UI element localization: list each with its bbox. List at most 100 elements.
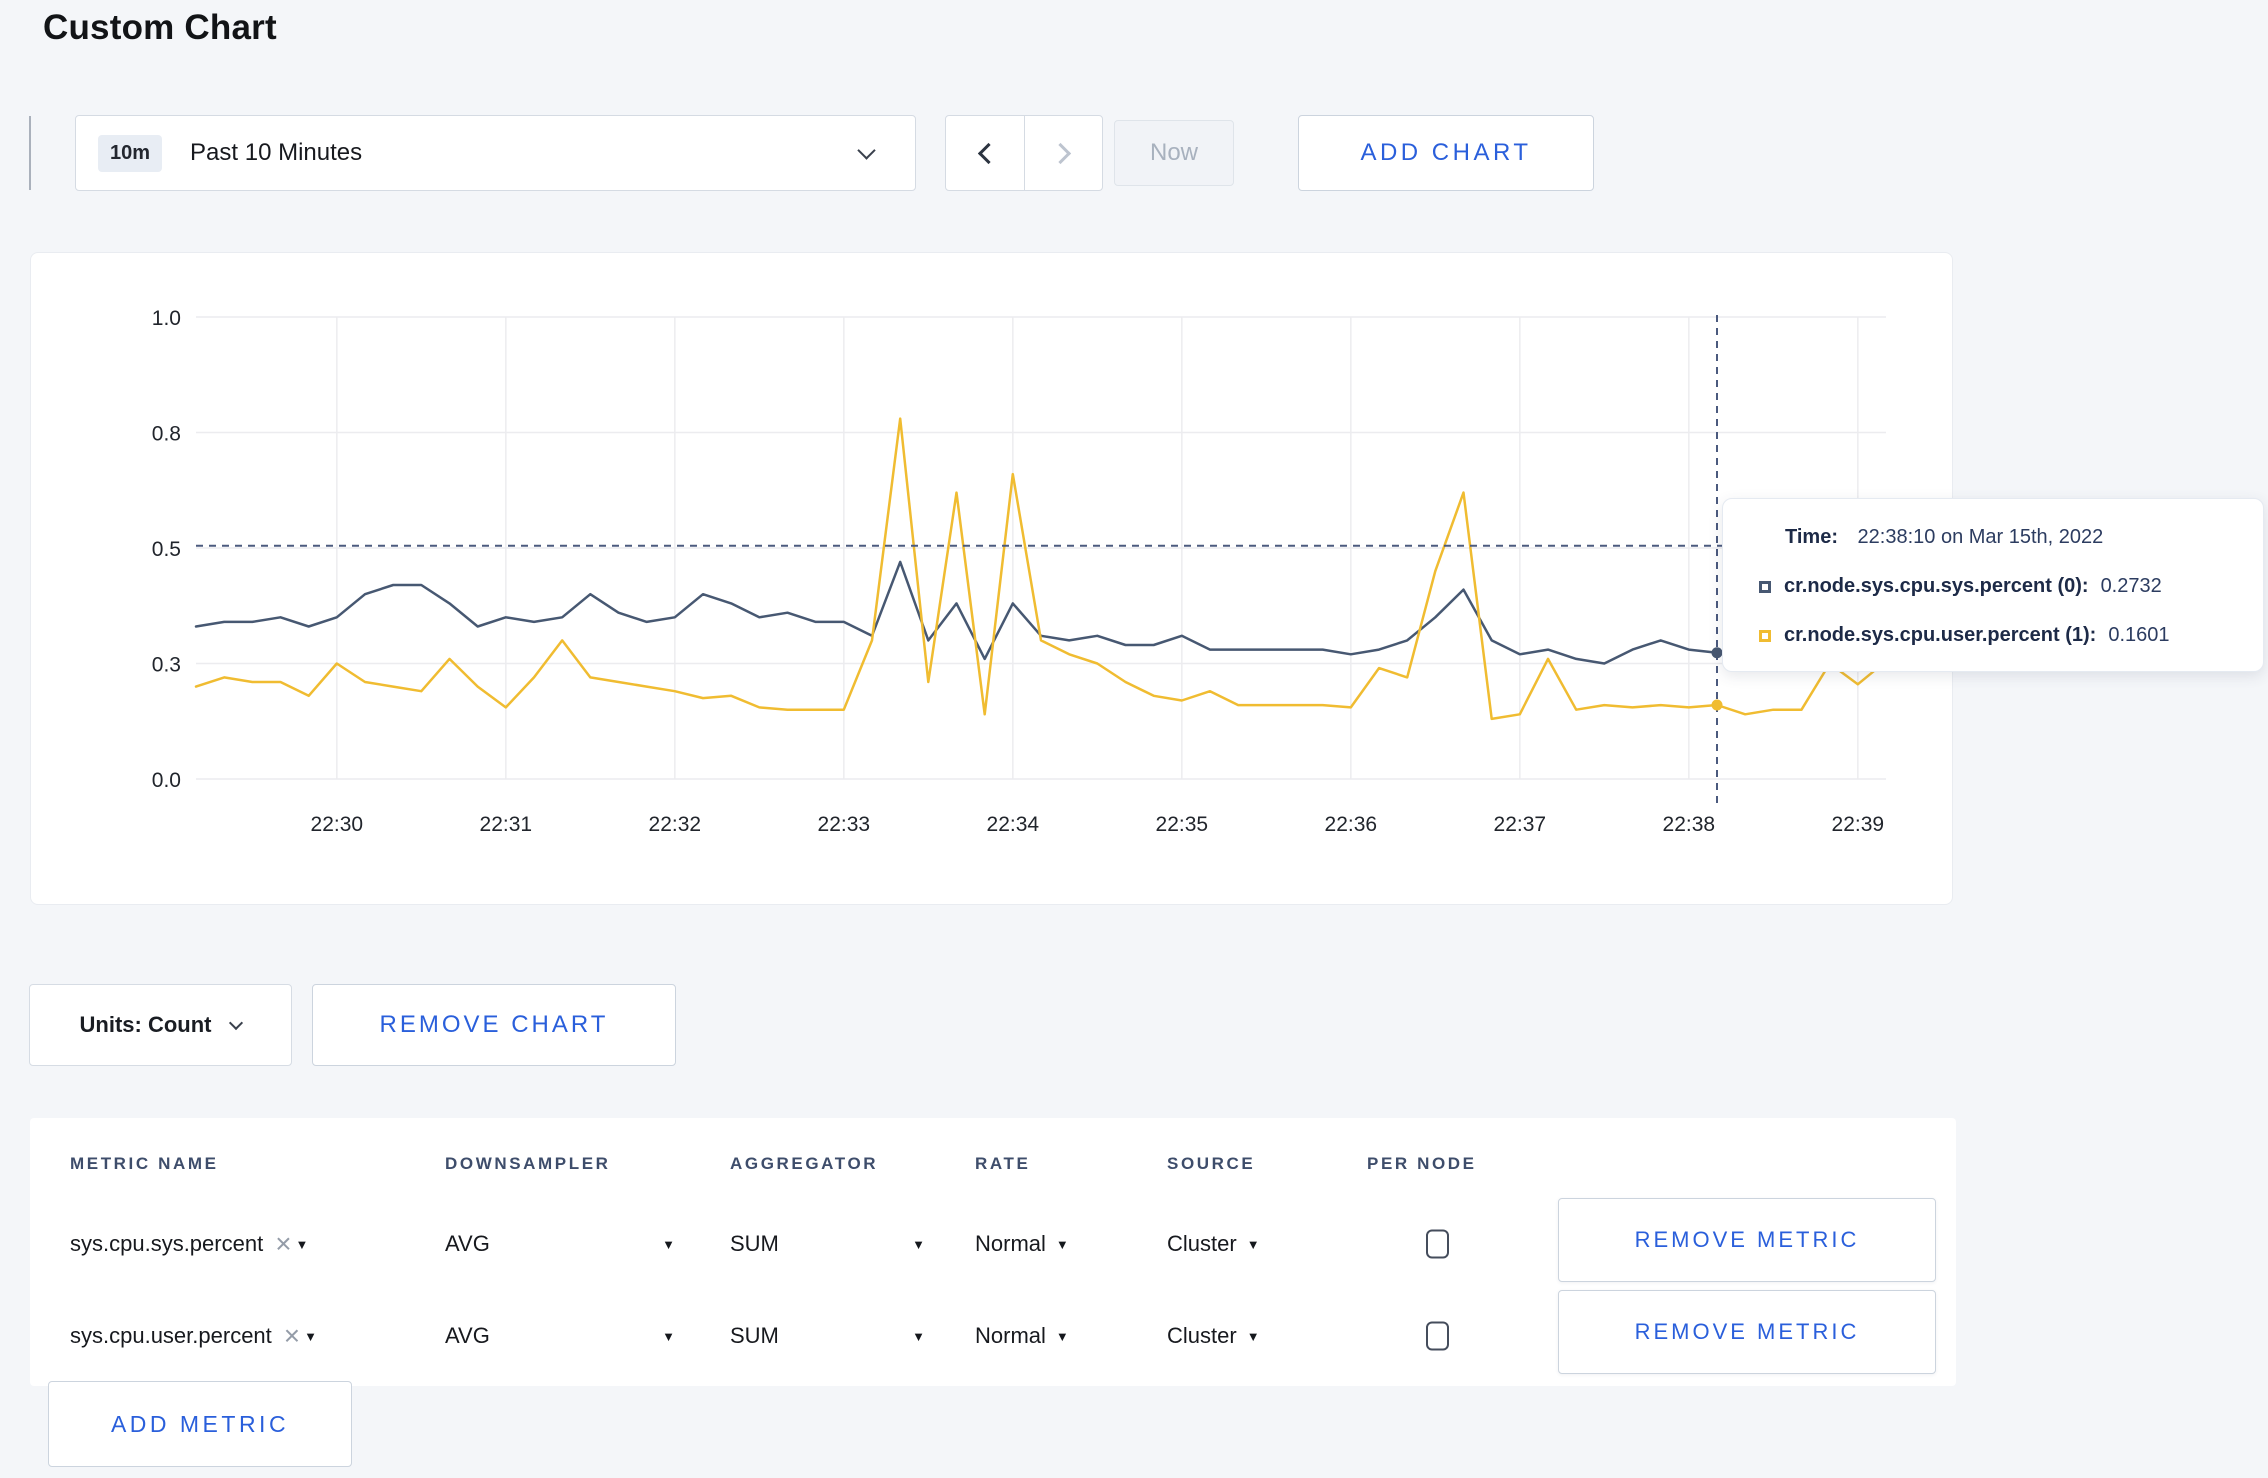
tooltip-time-value: 22:38:10 on Mar 15th, 2022 <box>1857 526 2104 548</box>
caret-down-icon: ▼ <box>1055 1236 1069 1252</box>
remove-metric-button[interactable]: REMOVE METRIC <box>1558 1198 1936 1282</box>
series-swatch-icon <box>1759 629 1771 642</box>
svg-text:22:30: 22:30 <box>311 813 364 836</box>
source-value: Cluster <box>1167 1323 1237 1348</box>
svg-text:22:33: 22:33 <box>818 813 871 836</box>
svg-text:0.3: 0.3 <box>152 654 181 677</box>
rate-select[interactable]: Normal ▼ <box>975 1231 1069 1257</box>
table-row: sys.cpu.user.percent × ▼ AVG ▼ SUM ▼ Nor… <box>30 1290 1956 1382</box>
svg-text:1.0: 1.0 <box>152 307 181 330</box>
clear-metric-icon[interactable]: × <box>275 1230 291 1258</box>
series-swatch-icon <box>1759 580 1771 593</box>
page-title: Custom Chart <box>43 8 277 47</box>
rate-value: Normal <box>975 1323 1046 1348</box>
remove-metric-label: REMOVE METRIC <box>1634 1227 1860 1252</box>
source-select[interactable]: Cluster ▼ <box>1167 1323 1260 1349</box>
tooltip-time-row: Time: 22:38:10 on Mar 15th, 2022 <box>1785 526 2263 549</box>
downsampler-select[interactable]: AVG ▼ <box>445 1323 675 1349</box>
svg-text:22:36: 22:36 <box>1325 813 1378 836</box>
source-select[interactable]: Cluster ▼ <box>1167 1231 1260 1257</box>
chevron-down-icon <box>229 1015 244 1031</box>
aggregator-value: SUM <box>730 1231 779 1256</box>
time-range-dropdown[interactable]: 10m Past 10 Minutes <box>75 115 916 191</box>
tooltip-time-label: Time: <box>1785 526 1838 548</box>
tooltip-series-name: cr.node.sys.cpu.sys.percent (0): <box>1784 575 2089 597</box>
col-header-downsampler: DOWNSAMPLER <box>445 1154 611 1173</box>
add-metric-label: ADD METRIC <box>110 1410 290 1437</box>
toolbar-divider <box>29 116 31 190</box>
units-dropdown[interactable]: Units: Count <box>29 984 292 1066</box>
clear-metric-icon[interactable]: × <box>284 1322 300 1350</box>
metric-name-value: sys.cpu.sys.percent <box>70 1231 264 1256</box>
remove-chart-button[interactable]: REMOVE CHART <box>312 984 676 1066</box>
chart-panel: 0.0 0.3 0.5 0.8 1.0 22:30 22:31 22:32 22:33 22:34… <box>30 252 1953 905</box>
tooltip-series-row: cr.node.sys.cpu.user.percent (1): 0.1601 <box>1759 624 2263 647</box>
remove-metric-button[interactable]: REMOVE METRIC <box>1558 1290 1936 1374</box>
tooltip-series-value: 0.2732 <box>2100 575 2162 597</box>
time-window-badge: 10m <box>98 134 163 172</box>
add-chart-button[interactable]: ADD CHART <box>1298 115 1594 191</box>
add-metric-button[interactable]: ADD METRIC <box>48 1381 352 1467</box>
caret-down-icon: ▼ <box>1246 1236 1260 1252</box>
chevron-down-icon <box>857 140 876 160</box>
time-nav-arrows <box>945 115 1103 191</box>
caret-down-icon: ▼ <box>662 1328 675 1344</box>
metric-name-select[interactable]: sys.cpu.sys.percent × ▼ <box>70 1230 308 1258</box>
caret-down-icon: ▼ <box>912 1236 925 1252</box>
svg-text:22:39: 22:39 <box>1832 813 1885 836</box>
metrics-table: METRIC NAME DOWNSAMPLER AGGREGATOR RATE … <box>30 1118 1956 1386</box>
rate-select[interactable]: Normal ▼ <box>975 1323 1069 1349</box>
svg-text:0.0: 0.0 <box>152 769 181 792</box>
col-header-per-node: PER NODE <box>1367 1154 1477 1173</box>
remove-chart-label: REMOVE CHART <box>379 1011 609 1038</box>
chevron-right-icon <box>1049 142 1072 164</box>
col-header-aggregator: AGGREGATOR <box>730 1154 879 1173</box>
svg-text:0.5: 0.5 <box>152 538 181 561</box>
col-header-source: SOURCE <box>1167 1154 1256 1173</box>
downsampler-value: AVG <box>445 1323 490 1348</box>
per-node-checkbox[interactable] <box>1426 1229 1449 1259</box>
metric-name-value: sys.cpu.user.percent <box>70 1323 272 1348</box>
now-button[interactable]: Now <box>1114 120 1234 186</box>
aggregator-value: SUM <box>730 1323 779 1348</box>
now-button-label: Now <box>1149 139 1198 166</box>
per-node-cell <box>1426 1321 1449 1351</box>
caret-down-icon: ▼ <box>295 1236 309 1252</box>
tooltip-series-row: cr.node.sys.cpu.sys.percent (0): 0.2732 <box>1759 575 2263 598</box>
time-range-label: Past 10 Minutes <box>190 139 363 166</box>
add-chart-label: ADD CHART <box>1360 139 1532 166</box>
tooltip-series-list: cr.node.sys.cpu.sys.percent (0): 0.2732 … <box>1723 575 2263 647</box>
col-header-metric-name: METRIC NAME <box>70 1154 219 1173</box>
svg-text:22:38: 22:38 <box>1663 813 1716 836</box>
source-value: Cluster <box>1167 1231 1237 1256</box>
caret-down-icon: ▼ <box>304 1328 318 1344</box>
per-node-checkbox[interactable] <box>1426 1321 1449 1351</box>
remove-metric-label: REMOVE METRIC <box>1634 1319 1860 1344</box>
units-label: Units: Count <box>79 1012 212 1037</box>
metric-name-select[interactable]: sys.cpu.user.percent × ▼ <box>70 1322 317 1350</box>
rate-value: Normal <box>975 1231 1046 1256</box>
time-forward-button[interactable] <box>1024 116 1102 190</box>
per-node-cell <box>1426 1229 1449 1259</box>
caret-down-icon: ▼ <box>662 1236 675 1252</box>
aggregator-select[interactable]: SUM ▼ <box>730 1231 925 1257</box>
svg-text:22:35: 22:35 <box>1156 813 1209 836</box>
svg-text:0.8: 0.8 <box>152 423 181 446</box>
caret-down-icon: ▼ <box>912 1328 925 1344</box>
svg-text:22:32: 22:32 <box>649 813 702 836</box>
table-row: sys.cpu.sys.percent × ▼ AVG ▼ SUM ▼ Norm… <box>30 1198 1956 1290</box>
timeseries-chart[interactable]: 0.0 0.3 0.5 0.8 1.0 22:30 22:31 22:32 22:33 22:34… <box>31 253 1954 906</box>
svg-text:22:34: 22:34 <box>987 813 1040 836</box>
downsampler-select[interactable]: AVG ▼ <box>445 1231 675 1257</box>
time-back-button[interactable] <box>946 116 1024 190</box>
chart-tooltip: Time: 22:38:10 on Mar 15th, 2022 cr.node… <box>1722 498 2264 672</box>
tooltip-series-name: cr.node.sys.cpu.user.percent (1): <box>1784 624 2097 646</box>
downsampler-value: AVG <box>445 1231 490 1256</box>
metrics-rows: sys.cpu.sys.percent × ▼ AVG ▼ SUM ▼ Norm… <box>30 1198 1956 1382</box>
caret-down-icon: ▼ <box>1055 1328 1069 1344</box>
svg-text:22:37: 22:37 <box>1494 813 1547 836</box>
chevron-left-icon <box>977 142 999 164</box>
aggregator-select[interactable]: SUM ▼ <box>730 1323 925 1349</box>
svg-text:22:31: 22:31 <box>480 813 533 836</box>
col-header-rate: RATE <box>975 1154 1031 1173</box>
